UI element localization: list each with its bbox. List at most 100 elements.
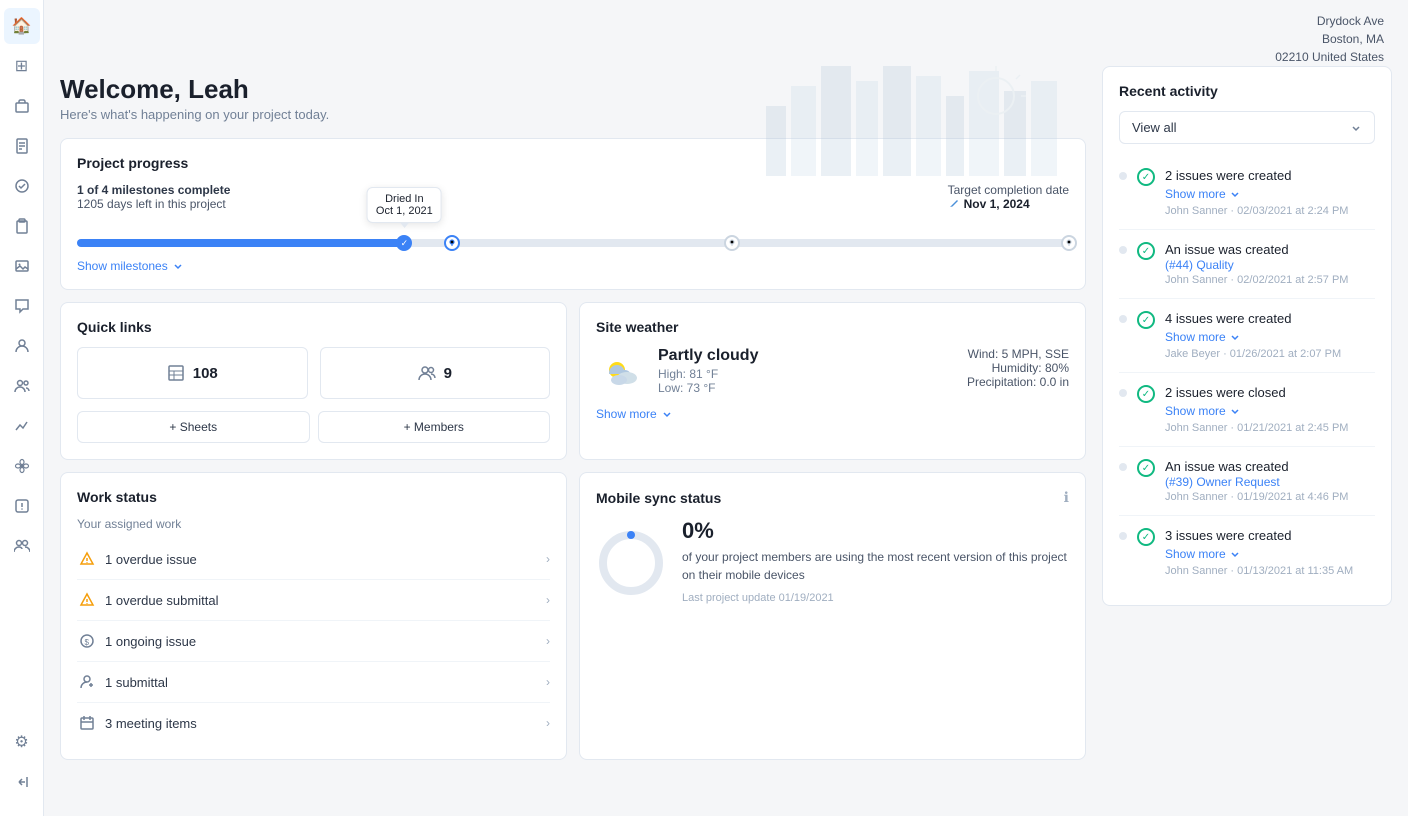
sidebar-item-image[interactable]: [4, 248, 40, 284]
weather-details: Wind: 5 MPH, SSE Humidity: 80% Precipita…: [967, 347, 1069, 389]
sidebar-item-document[interactable]: [4, 128, 40, 164]
show-more-weather-button[interactable]: Show more: [596, 407, 673, 421]
chevron-right-1: ›: [546, 552, 550, 566]
activity-body-2: An issue was created (#44) Quality John …: [1165, 242, 1375, 286]
document-icon: [14, 138, 30, 154]
quick-links-title: Quick links: [77, 319, 550, 335]
welcome-subtitle: Here's what's happening on your project …: [60, 107, 329, 122]
ongoing-issue-label: 1 ongoing issue: [105, 634, 196, 649]
left-column: Welcome, Leah Here's what's happening on…: [60, 66, 1086, 800]
activity-meta-5: John Sanner · 01/19/2021 at 4:46 PM: [1165, 491, 1375, 503]
pin-icon-2: [728, 239, 736, 247]
work-item-ongoing-issue[interactable]: $ 1 ongoing issue ›: [77, 621, 550, 662]
activity-body-3: 4 issues were created Show more Jake Bey…: [1165, 311, 1375, 360]
add-members-button[interactable]: + Members: [318, 411, 551, 443]
activity-link-5[interactable]: (#39) Owner Request: [1165, 475, 1280, 489]
activity-check-3: ✓: [1137, 311, 1155, 329]
sidebar-item-user[interactable]: [4, 328, 40, 364]
activity-meta-3: Jake Beyer · 01/26/2021 at 2:07 PM: [1165, 348, 1375, 360]
show-more-label-4: Show more: [1165, 404, 1226, 418]
milestone-dot-1: ✓: [396, 235, 412, 251]
work-item-submittal[interactable]: 1 submittal ›: [77, 662, 550, 703]
sidebar: 🏠 ⊞: [0, 0, 44, 816]
pencil-icon: [948, 198, 960, 210]
activity-meta-4: John Sanner · 01/21/2021 at 2:45 PM: [1165, 422, 1375, 434]
two-col-row: Quick links 108 9: [60, 302, 1086, 460]
work-item-overdue-submittal[interactable]: 1 overdue submittal ›: [77, 580, 550, 621]
work-item-meeting[interactable]: 3 meeting items ›: [77, 703, 550, 743]
activity-item-6: ✓ 3 issues were created Show more John S…: [1119, 516, 1375, 589]
sync-last-update: Last project update 01/19/2021: [682, 592, 1069, 604]
activity-item-2: ✓ An issue was created (#44) Quality Joh…: [1119, 230, 1375, 299]
mobile-sync-title: Mobile sync status: [596, 490, 721, 506]
weather-high: High: 81 °F: [658, 367, 758, 381]
info-icon[interactable]: ℹ: [1064, 489, 1069, 506]
chevron-down-activity-3: [1230, 332, 1240, 342]
milestone-dot-3: [724, 235, 740, 251]
work-item-overdue-issue[interactable]: 1 overdue issue ›: [77, 539, 550, 580]
timeline-connector-2: [1119, 246, 1127, 254]
timeline-connector-3: [1119, 315, 1127, 323]
sidebar-item-people[interactable]: [4, 528, 40, 564]
days-left: 1205 days left in this project: [77, 197, 226, 211]
activity-meta-6: John Sanner · 01/13/2021 at 11:35 AM: [1165, 565, 1375, 577]
show-milestones-label: Show milestones: [77, 259, 168, 273]
add-sheets-button[interactable]: + Sheets: [77, 411, 310, 443]
sidebar-item-clipboard[interactable]: [4, 208, 40, 244]
sheets-count-box: 108: [77, 347, 308, 399]
activity-title-6: 3 issues were created: [1165, 528, 1375, 543]
sidebar-item-chat[interactable]: [4, 288, 40, 324]
overdue-issue-label: 1 overdue issue: [105, 552, 197, 567]
activity-link-2[interactable]: (#44) Quality: [1165, 258, 1234, 272]
warning-icon-1: [77, 549, 97, 569]
milestone-dot-4: [1061, 235, 1077, 251]
activity-body-6: 3 issues were created Show more John San…: [1165, 528, 1375, 577]
recent-activity-card: Recent activity View all ✓: [1102, 66, 1392, 606]
dollar-icon: $: [77, 631, 97, 651]
assigned-work-label: Your assigned work: [77, 517, 550, 531]
sidebar-item-home[interactable]: 🏠: [4, 8, 40, 44]
sidebar-item-check[interactable]: [4, 168, 40, 204]
chevron-right-5: ›: [546, 716, 550, 730]
milestone-dot-2: [444, 235, 460, 251]
show-milestones-button[interactable]: Show milestones: [77, 259, 184, 273]
target-date-value: Nov 1, 2024: [964, 197, 1030, 211]
milestone-tooltip: Dried In Oct 1, 2021: [367, 187, 442, 223]
sidebar-item-users[interactable]: [4, 368, 40, 404]
sidebar-item-collapse[interactable]: [4, 764, 40, 800]
progress-bar-fill: [77, 239, 404, 247]
address-line3: 02210 United States: [1275, 48, 1384, 66]
activity-item-3: ✓ 4 issues were created Show more Jake B…: [1119, 299, 1375, 373]
sidebar-item-rfi[interactable]: [4, 488, 40, 524]
sidebar-item-settings[interactable]: ⚙: [4, 724, 40, 760]
show-more-label-1: Show more: [1165, 187, 1226, 201]
members-btn-label: + Members: [404, 420, 464, 434]
sidebar-item-analytics[interactable]: [4, 408, 40, 444]
sidebar-item-grid[interactable]: ⊞: [4, 48, 40, 84]
activity-filter-dropdown[interactable]: View all: [1119, 111, 1375, 144]
welcome-title: Welcome, Leah: [60, 74, 329, 105]
show-more-activity-4[interactable]: Show more: [1165, 402, 1240, 420]
members-count-box: 9: [320, 347, 551, 399]
triangle-warning-icon-2: [79, 592, 95, 608]
show-more-activity-1[interactable]: Show more: [1165, 185, 1240, 203]
milestones-complete: 1 of 4 milestones complete: [77, 183, 230, 197]
weather-condition: Partly cloudy: [658, 347, 758, 365]
project-address: Drydock Ave Boston, MA 02210 United Stat…: [44, 0, 1408, 66]
sheets-icon: [167, 364, 185, 382]
sidebar-item-flower[interactable]: [4, 448, 40, 484]
show-more-activity-3[interactable]: Show more: [1165, 328, 1240, 346]
show-more-activity-6[interactable]: Show more: [1165, 545, 1240, 563]
main-content: Drydock Ave Boston, MA 02210 United Stat…: [44, 0, 1408, 816]
welcome-section: Welcome, Leah Here's what's happening on…: [60, 66, 1086, 126]
warning-icon-2: [77, 590, 97, 610]
activity-body-5: An issue was created (#39) Owner Request…: [1165, 459, 1375, 503]
sidebar-item-box[interactable]: [4, 88, 40, 124]
activity-title-5: An issue was created: [1165, 459, 1375, 474]
members-icon: [418, 364, 436, 382]
weather-low: Low: 73 °F: [658, 381, 758, 395]
weather-precipitation: Precipitation: 0.0 in: [967, 375, 1069, 389]
users-icon: [14, 378, 30, 394]
flower-icon: [14, 458, 30, 474]
meeting-items-label: 3 meeting items: [105, 716, 197, 731]
